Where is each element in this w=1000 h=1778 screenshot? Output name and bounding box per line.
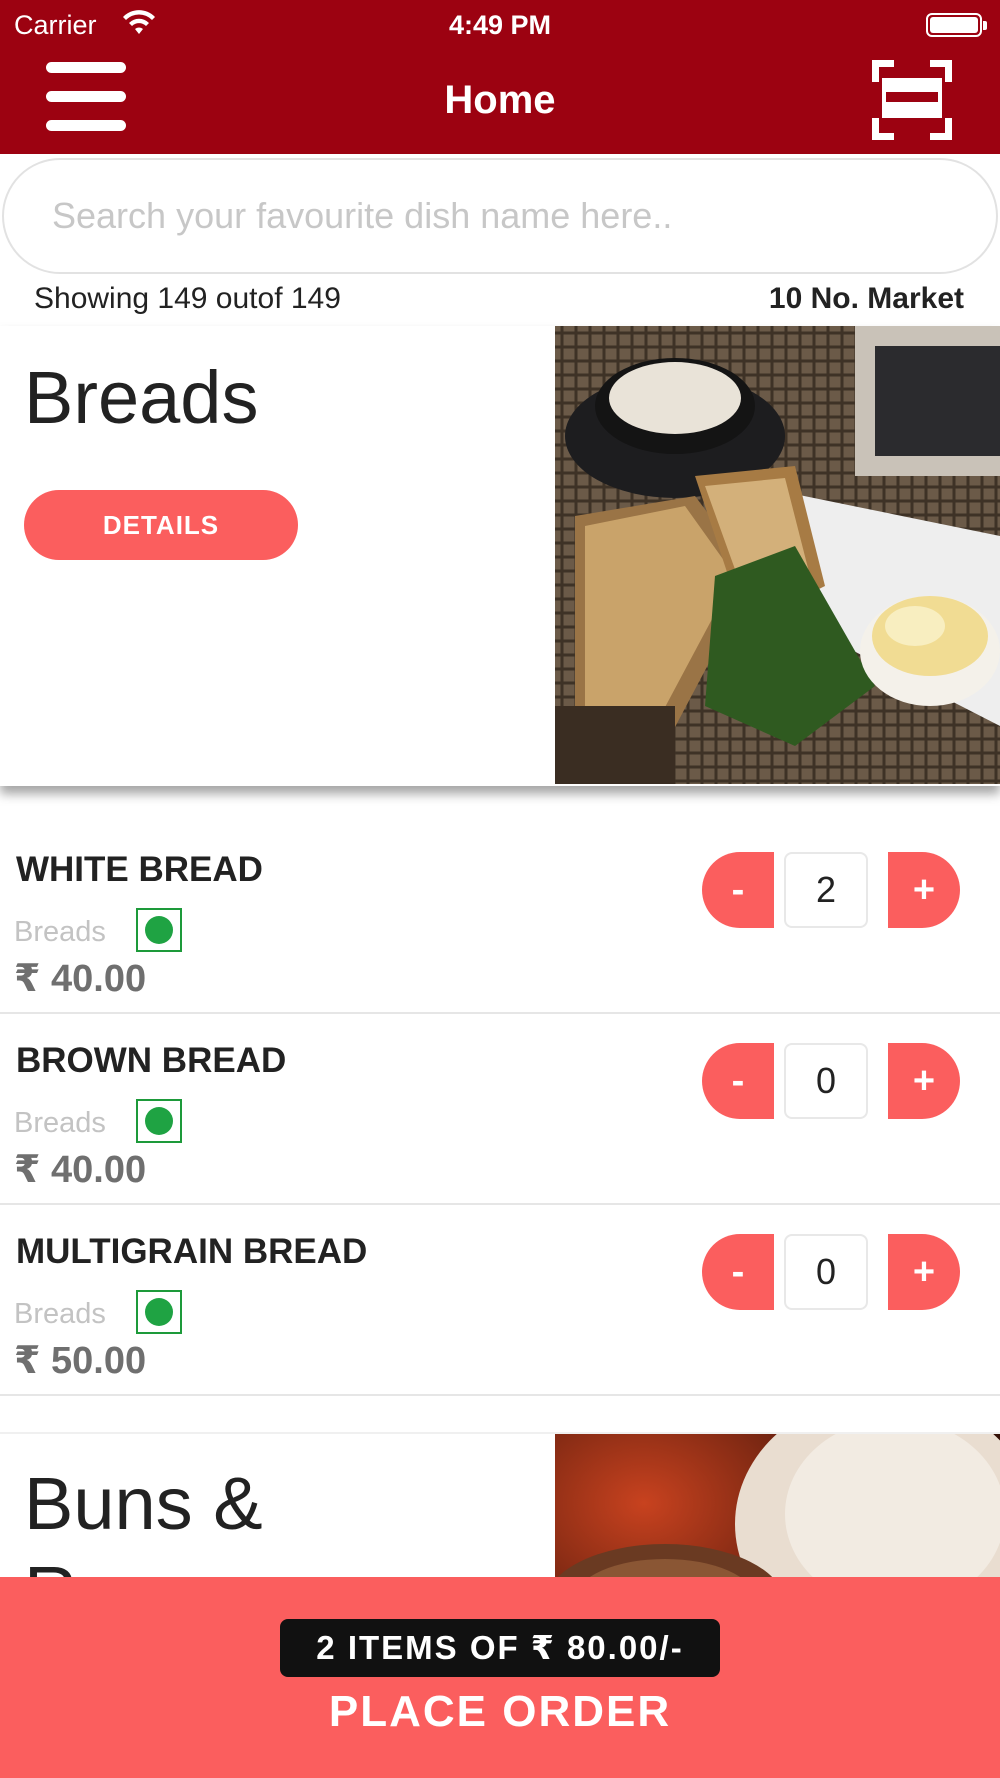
- veg-indicator-icon: [136, 1290, 182, 1334]
- item-price: ₹ 40.00: [14, 958, 147, 1000]
- quantity-field[interactable]: 2: [784, 852, 868, 928]
- category-card-breads: Breads DETAILS: [0, 326, 1000, 786]
- page-title: Home: [444, 78, 556, 122]
- list-item: BROWN BREAD Breads ₹ 40.00 - 0 +: [0, 1015, 1000, 1205]
- item-category: Breads: [14, 1107, 106, 1139]
- veg-indicator-icon: [136, 908, 182, 952]
- decrease-button[interactable]: -: [702, 1043, 774, 1119]
- status-time: 4:49 PM: [448, 10, 552, 40]
- item-price: ₹ 40.00: [14, 1149, 147, 1191]
- place-order-bar[interactable]: 2 ITEMS OF ₹ 80.00/- PLACE ORDER: [0, 1577, 1000, 1778]
- list-item: WHITE BREAD Breads ₹ 40.00 - 2 +: [0, 824, 1000, 1014]
- battery-icon: [926, 13, 987, 37]
- category-image: [555, 326, 1000, 784]
- increase-button[interactable]: +: [888, 1043, 960, 1119]
- quantity-field[interactable]: 0: [784, 1043, 868, 1119]
- order-summary-badge: 2 ITEMS OF ₹ 80.00/-: [280, 1619, 720, 1677]
- details-button[interactable]: DETAILS: [24, 490, 298, 560]
- app-header: Carrier 4:49 PM Home: [0, 0, 1000, 154]
- decrease-button[interactable]: -: [702, 852, 774, 928]
- status-bar: Carrier 4:49 PM: [0, 0, 1000, 50]
- increase-button[interactable]: +: [888, 1234, 960, 1310]
- veg-indicator-icon: [136, 1099, 182, 1143]
- market-name: 10 No. Market: [768, 282, 964, 315]
- quantity-stepper: - 2 +: [702, 852, 960, 928]
- item-category: Breads: [14, 1298, 106, 1330]
- increase-button[interactable]: +: [888, 852, 960, 928]
- category-title: Breads: [24, 356, 259, 439]
- item-price: ₹ 50.00: [14, 1340, 147, 1382]
- item-name: MULTIGRAIN BREAD: [16, 1232, 368, 1271]
- quantity-stepper: - 0 +: [702, 1234, 960, 1310]
- item-name: WHITE BREAD: [16, 850, 263, 889]
- results-count: Showing 149 outof 149: [34, 282, 341, 315]
- list-item: MULTIGRAIN BREAD Breads ₹ 50.00 - 0 +: [0, 1206, 1000, 1396]
- item-name: BROWN BREAD: [16, 1041, 287, 1080]
- results-info: Showing 149 outof 149 10 No. Market: [0, 278, 1000, 322]
- qr-scan-icon[interactable]: [872, 60, 952, 140]
- decrease-button[interactable]: -: [702, 1234, 774, 1310]
- search-bar[interactable]: [2, 158, 998, 274]
- place-order-button[interactable]: PLACE ORDER: [0, 1687, 1000, 1737]
- item-category: Breads: [14, 916, 106, 948]
- quantity-field[interactable]: 0: [784, 1234, 868, 1310]
- quantity-stepper: - 0 +: [702, 1043, 960, 1119]
- search-input[interactable]: [52, 188, 932, 244]
